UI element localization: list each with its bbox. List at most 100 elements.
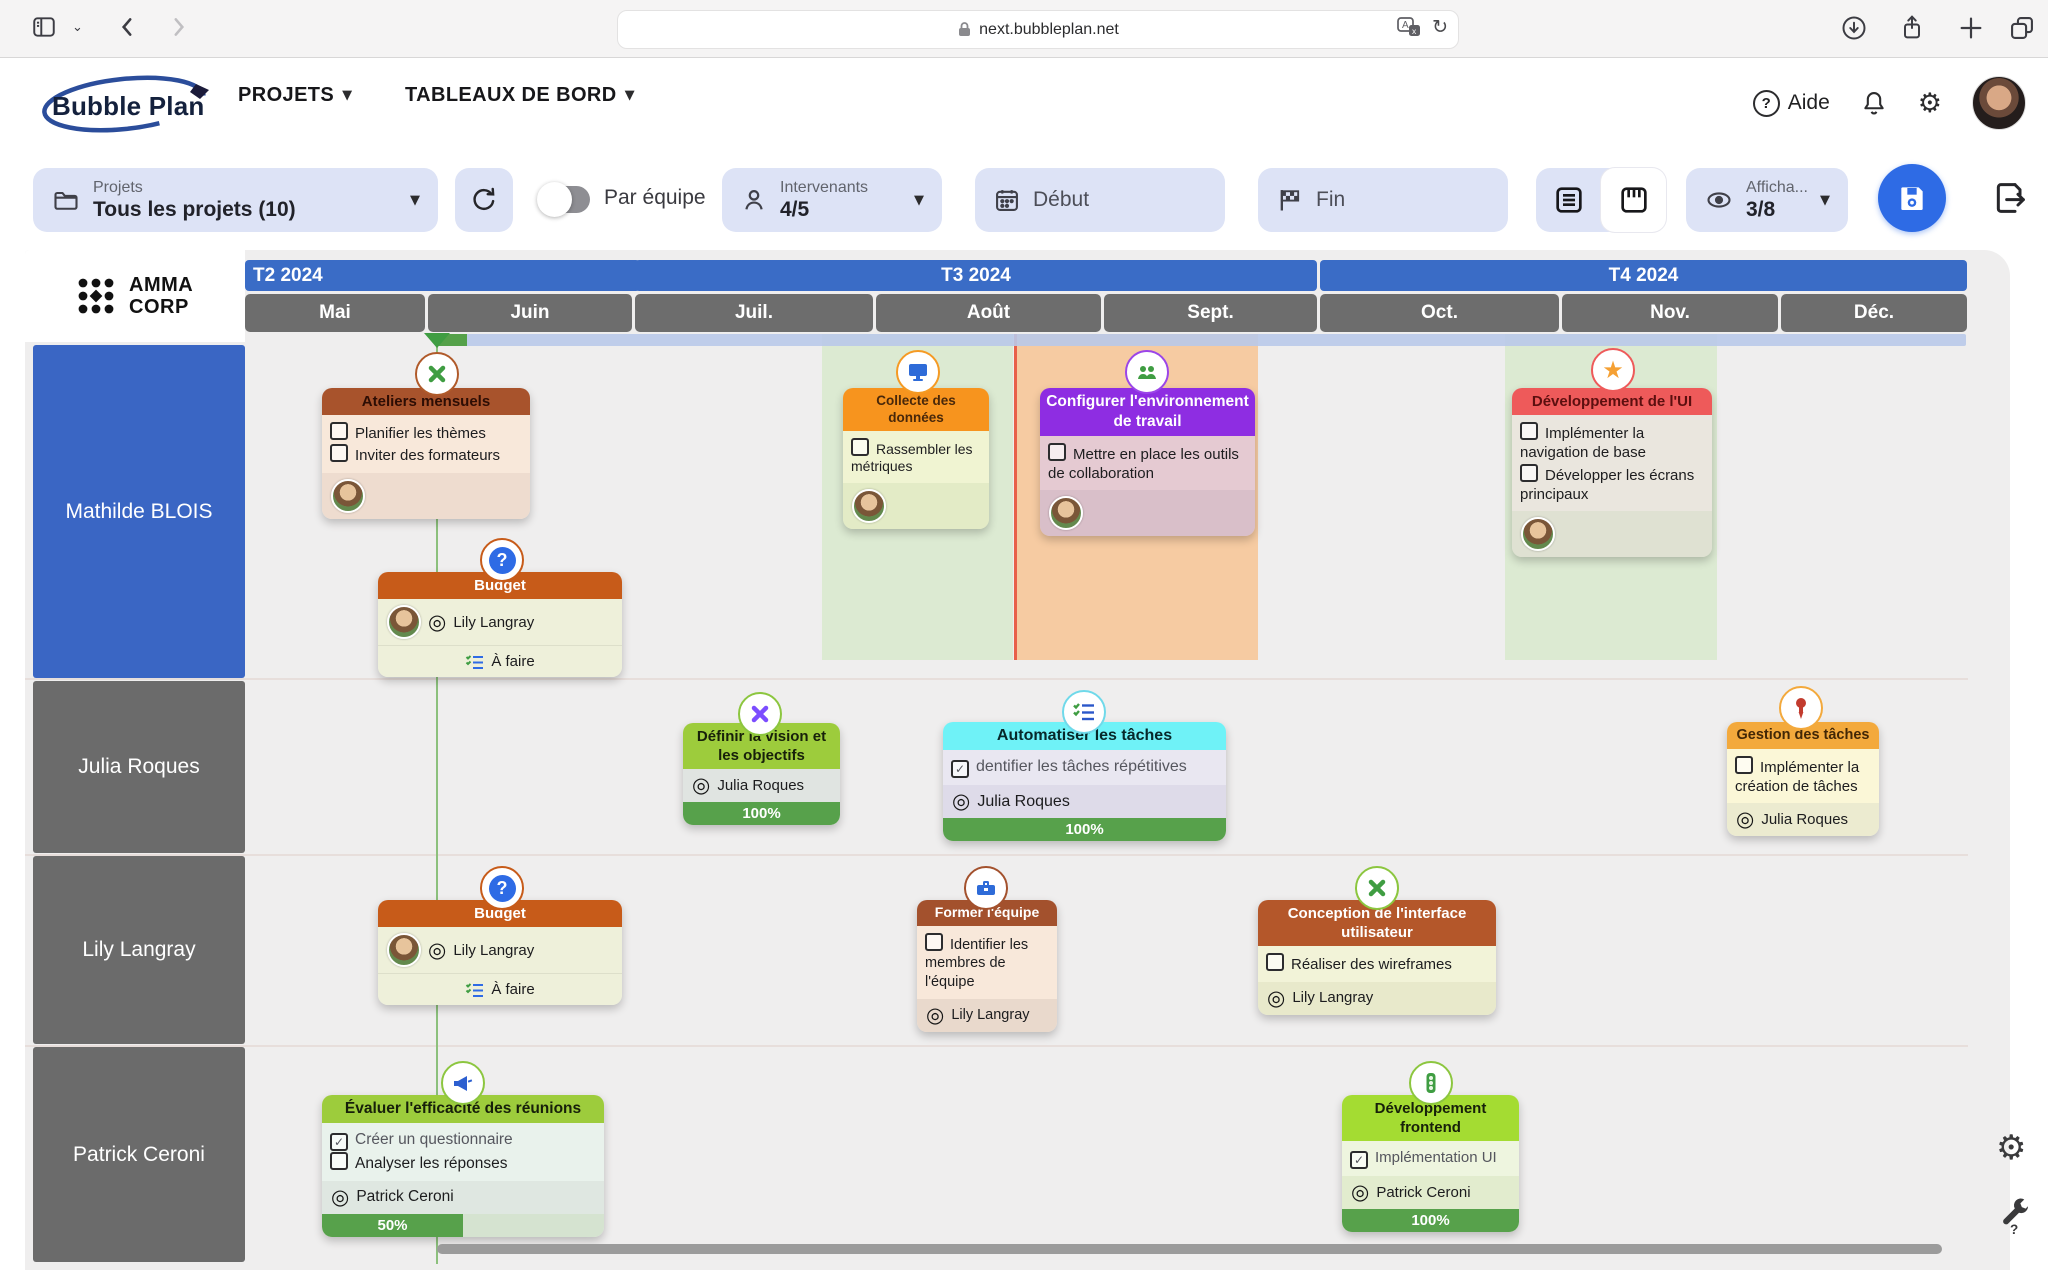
month-header: Mai xyxy=(245,294,425,332)
checkbox-unchecked[interactable] xyxy=(1520,463,1538,482)
lane-label-lily[interactable]: Lily Langray xyxy=(33,856,245,1044)
display-filter[interactable]: Afficha... 3/8 ▼ xyxy=(1686,168,1848,232)
company-logo: AMMA CORP xyxy=(25,250,245,342)
chevron-down-icon: ▼ xyxy=(624,88,635,103)
tab-overview-icon[interactable] xyxy=(2008,14,2036,42)
quarter-header-t2: T2 2024 xyxy=(245,260,640,291)
task-card-automatiser-taches[interactable]: Automatiser les tâches ✓ dentifier les tâ… xyxy=(943,722,1226,842)
menu-tableaux-de-bord[interactable]: TABLEAUX DE BORD ▼ xyxy=(405,84,635,107)
downloads-icon[interactable] xyxy=(1840,14,1868,42)
task-card-conception-interface[interactable]: Conception de l'interface utilisateur Ré… xyxy=(1258,900,1496,1015)
timeline-view-button[interactable] xyxy=(1601,168,1666,232)
menu-projets[interactable]: PROJETS ▼ xyxy=(238,84,353,107)
question-icon[interactable]: ? xyxy=(480,866,524,910)
new-tab-icon[interactable] xyxy=(1957,14,1985,42)
lane-separator xyxy=(25,854,1968,856)
task-card-collecte-donnees[interactable]: Collecte des données Rassembler les métr… xyxy=(843,388,989,530)
forward-button[interactable] xyxy=(165,14,191,40)
chevron-down-icon: ▼ xyxy=(342,88,353,103)
end-date-field[interactable]: Fin xyxy=(1258,168,1508,232)
timeline-ruler-strip[interactable] xyxy=(437,334,1966,346)
start-date-placeholder: Début xyxy=(1033,188,1090,211)
task-card-former-equipe[interactable]: Former l'équipe Identifier les membres d… xyxy=(917,900,1057,1032)
checkbox-unchecked[interactable] xyxy=(925,932,943,951)
start-date-field[interactable]: Début xyxy=(975,168,1225,232)
task-card-budget-mathilde[interactable]: Budget ◎ Lily Langray À faire xyxy=(378,572,622,678)
monitor-icon[interactable] xyxy=(896,350,940,394)
settings-gear-icon[interactable]: ⚙ xyxy=(1918,88,1942,119)
save-button[interactable] xyxy=(1878,164,1946,232)
pushpin-icon[interactable] xyxy=(1779,686,1823,730)
app-header: Bubble Plan PROJETS ▼ TABLEAUX DE BORD ▼ ?… xyxy=(0,58,2048,148)
export-icon[interactable] xyxy=(1990,178,2030,218)
bubbleplan-logo[interactable]: Bubble Plan xyxy=(38,74,218,136)
checkbox-unchecked[interactable] xyxy=(1520,422,1538,441)
end-date-placeholder: Fin xyxy=(1316,188,1346,211)
browser-toolbar: ⌄ next.bubbleplan.net Ax ↻ xyxy=(0,0,2048,58)
share-icon[interactable] xyxy=(1898,14,1926,42)
target-icon: ◎ xyxy=(428,937,447,962)
checkbox-unchecked[interactable] xyxy=(851,437,869,456)
star-icon[interactable]: ★ xyxy=(1591,348,1635,392)
person-icon xyxy=(740,185,768,215)
tools-icon[interactable] xyxy=(1355,866,1399,910)
lane-label-patrick[interactable]: Patrick Ceroni xyxy=(33,1047,245,1262)
task-card-developpement-frontend[interactable]: Développement frontend ✓ Implémentation U… xyxy=(1342,1095,1519,1233)
milestone-line xyxy=(1014,334,1017,660)
view-switcher xyxy=(1536,168,1666,232)
lane-label-mathilde[interactable]: Mathilde BLOIS xyxy=(33,345,245,678)
task-card-budget-lily[interactable]: Budget ◎ Lily Langray À faire xyxy=(378,900,622,1006)
question-icon[interactable]: ? xyxy=(480,538,524,582)
notifications-bell-icon[interactable] xyxy=(1860,88,1888,118)
intervenants-filter[interactable]: Intervenants 4/5 ▼ xyxy=(722,168,942,232)
list-view-button[interactable] xyxy=(1536,168,1601,232)
checkbox-unchecked[interactable] xyxy=(330,444,348,463)
checkbox-checked[interactable]: ✓ xyxy=(330,1132,348,1151)
checkbox-checked[interactable]: ✓ xyxy=(1350,1151,1368,1170)
lane-label-julia[interactable]: Julia Roques xyxy=(33,681,245,853)
checkbox-unchecked[interactable] xyxy=(330,422,348,441)
board-settings-gear-icon[interactable]: ⚙ xyxy=(1996,1128,2026,1168)
avatar xyxy=(1521,516,1555,551)
task-card-evaluer-reunions[interactable]: Évaluer l'efficacité des réunions ✓ Créer… xyxy=(322,1095,604,1237)
help-button[interactable]: ? Aide xyxy=(1752,89,1830,117)
checkbox-unchecked[interactable] xyxy=(1266,953,1284,972)
finish-flag-icon xyxy=(1276,186,1304,214)
lane-separator xyxy=(25,678,1968,680)
tools-icon[interactable] xyxy=(738,692,782,736)
sidebar-chevron-icon[interactable]: ⌄ xyxy=(72,20,83,35)
question-icon: ? xyxy=(1752,89,1780,117)
task-card-definir-vision[interactable]: Définir la vision et les objectifs ◎ Jul… xyxy=(683,723,840,826)
checkbox-unchecked[interactable] xyxy=(1048,442,1066,461)
card-title: Collecte des données xyxy=(843,388,989,431)
checkbox-unchecked[interactable] xyxy=(1735,755,1753,774)
task-card-configurer-environnement[interactable]: Configurer l'environnement de travail Me… xyxy=(1040,388,1255,537)
horizontal-scrollbar[interactable] xyxy=(437,1244,1942,1254)
target-icon: ◎ xyxy=(331,1184,350,1209)
address-bar[interactable]: next.bubbleplan.net Ax ↻ xyxy=(617,10,1459,49)
support-wrench-icon[interactable]: ? xyxy=(1998,1196,2034,1236)
checkbox-checked[interactable]: ✓ xyxy=(951,760,969,779)
task-card-gestion-taches[interactable]: Gestion des tâches Implémenter la créati… xyxy=(1727,722,1879,836)
sidebar-toggle-icon[interactable] xyxy=(30,14,58,40)
user-avatar[interactable] xyxy=(1972,76,2026,130)
traffic-light-icon[interactable] xyxy=(1409,1061,1453,1105)
task-card-developpement-ui[interactable]: Développement de l'UI Implémenter la nav… xyxy=(1512,388,1712,557)
lock-icon xyxy=(957,21,972,38)
reload-icon[interactable]: ↻ xyxy=(1432,16,1448,38)
today-marker-icon[interactable] xyxy=(424,333,450,348)
avatar xyxy=(387,933,421,968)
toolbox-icon[interactable] xyxy=(964,866,1008,910)
refresh-button[interactable] xyxy=(455,168,513,232)
megaphone-icon[interactable] xyxy=(441,1061,485,1105)
team-toggle[interactable] xyxy=(537,182,590,217)
tools-icon[interactable] xyxy=(415,352,459,396)
projects-filter[interactable]: Projets Tous les projets (10) ▼ xyxy=(33,168,438,232)
checklist-icon[interactable] xyxy=(1062,690,1106,734)
checkbox-unchecked[interactable] xyxy=(330,1151,348,1170)
task-card-ateliers-mensuels[interactable]: Ateliers mensuels Planifier les thèmes I… xyxy=(322,388,530,519)
back-button[interactable] xyxy=(115,14,141,40)
team-icon[interactable] xyxy=(1125,350,1169,394)
translate-icon[interactable]: Ax xyxy=(1397,16,1422,38)
folder-icon xyxy=(51,186,81,214)
